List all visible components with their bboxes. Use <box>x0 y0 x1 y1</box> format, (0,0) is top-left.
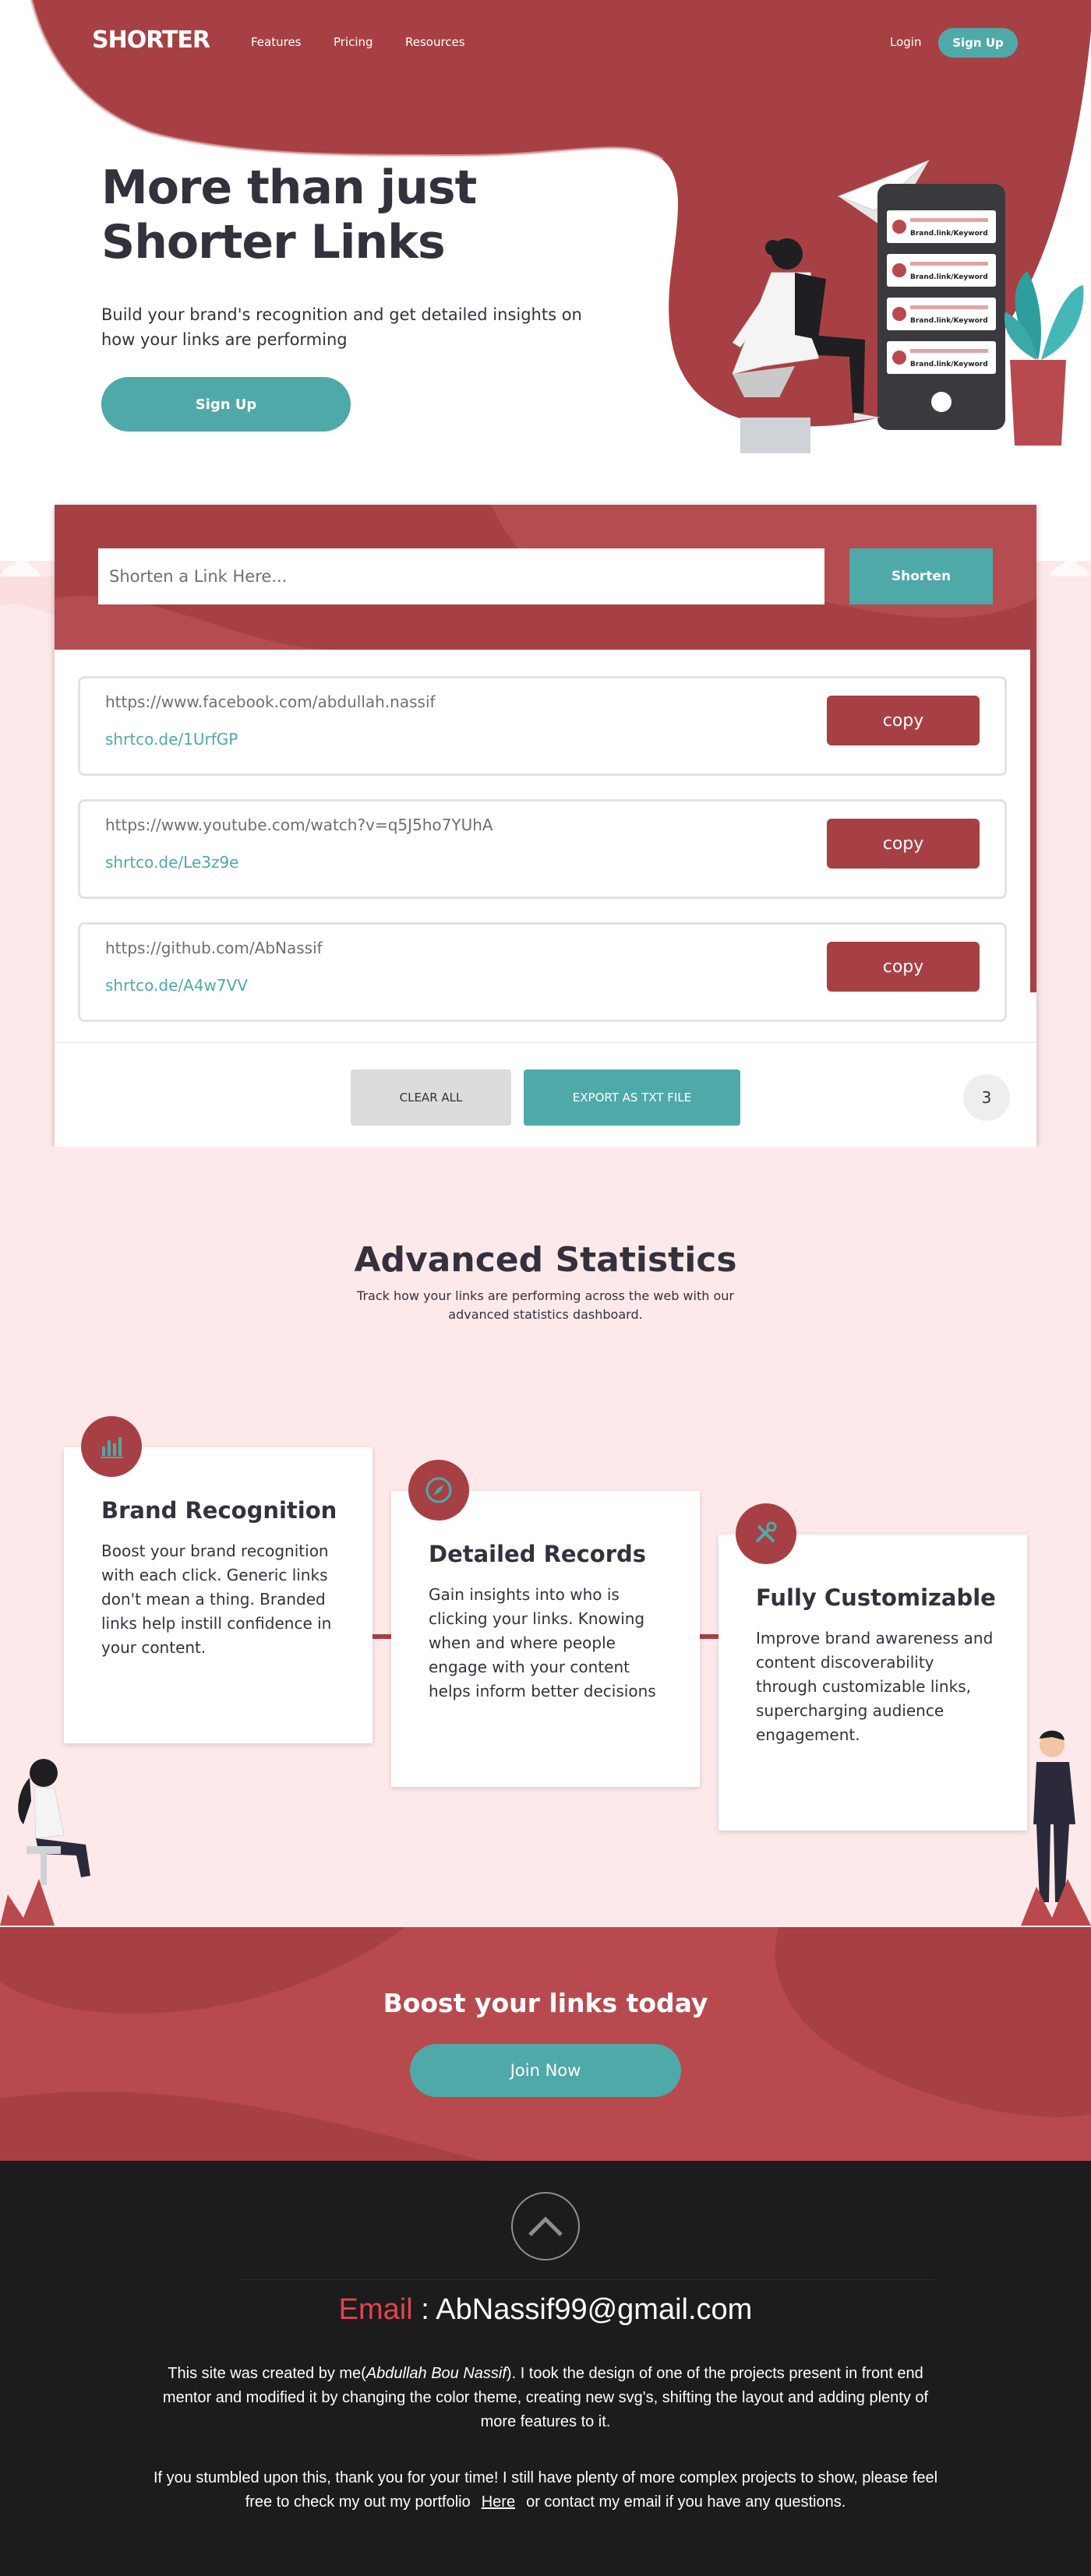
stat-text: Improve brand awareness and content disc… <box>756 1629 994 1744</box>
link-item: https://www.facebook.com/abdullah.nassif… <box>78 676 1007 776</box>
shorten-button[interactable]: Shorten <box>849 548 993 604</box>
portfolio-link[interactable]: Here <box>482 2493 515 2511</box>
logo[interactable]: SHORTER <box>92 26 210 54</box>
short-url[interactable]: shrtco.de/Le3z9e <box>105 853 238 872</box>
woman-illustration <box>732 238 881 453</box>
boost-section: Boost your links today Join Now <box>0 1927 1091 2161</box>
shortened-links-list[interactable]: https://www.facebook.com/abdullah.nassif… <box>55 650 1036 1042</box>
hero-illustration: Brand.link/Keyword Brand.link/Keyword Br… <box>732 160 1084 453</box>
stat-title: Brand Recognition <box>101 1497 337 1524</box>
stat-title: Fully Customizable <box>756 1584 996 1611</box>
shorten-panel-footer: CLEAR ALL EXPORT AS TXT FILE 3 <box>55 1042 1036 1147</box>
author-name: Abdullah Bou Nassif <box>365 2365 507 2382</box>
sitting-woman-illustration <box>0 1759 90 1926</box>
results-scrollbar[interactable] <box>1030 650 1036 992</box>
copy-button[interactable]: copy <box>827 819 980 869</box>
stat-card-fully-customizable: Fully Customizable Improve brand awarene… <box>719 1503 1027 1831</box>
shorten-url-input[interactable] <box>98 548 824 604</box>
link-item: https://github.com/AbNassif shrtco.de/A4… <box>78 922 1007 1022</box>
phone-card-label: Brand.link/Keyword <box>910 317 988 325</box>
nav-signup-button[interactable]: Sign Up <box>938 28 1018 58</box>
hero-section: SHORTER Features Pricing Resources Login… <box>0 0 1091 499</box>
nav-link-features[interactable]: Features <box>251 35 302 49</box>
hero-subtitle: Build your brand's recognition and get d… <box>101 305 582 349</box>
link-item: https://www.youtube.com/watch?v=q5J5ho7Y… <box>78 799 1007 899</box>
stat-text: Boost your brand recognition with each c… <box>101 1542 332 1657</box>
plant-illustration <box>1004 271 1084 446</box>
original-url: https://www.youtube.com/watch?v=q5J5ho7Y… <box>105 816 493 834</box>
stats-title: Advanced Statistics <box>354 1240 737 1280</box>
short-url[interactable]: shrtco.de/1UrfGP <box>105 730 238 749</box>
shorten-form: Shorten <box>55 505 1036 650</box>
phone-card-label: Brand.link/Keyword <box>910 273 988 281</box>
nav-link-resources[interactable]: Resources <box>405 35 465 49</box>
phone-card-label: Brand.link/Keyword <box>910 361 988 368</box>
export-txt-button[interactable]: EXPORT AS TXT FILE <box>524 1070 740 1126</box>
original-url: https://github.com/AbNassif <box>105 939 323 957</box>
shorten-panel: Shorten https://www.facebook.com/abdulla… <box>55 505 1036 1147</box>
link-count-badge: 3 <box>963 1074 1010 1121</box>
footer: Email : AbNassif99@gmail.com This site w… <box>0 2161 1091 2576</box>
compass-icon <box>408 1460 469 1521</box>
phone-card-label: Brand.link/Keyword <box>910 230 988 238</box>
stat-text: Gain insights into who is clicking your … <box>429 1585 656 1700</box>
hero-title-line-2: Shorter Links <box>101 215 446 270</box>
email-label: Email <box>338 2293 413 2326</box>
login-link[interactable]: Login <box>890 35 921 49</box>
footer-thanks-text: If you stumbled upon this, thank you for… <box>148 2466 943 2514</box>
hero-signup-button[interactable]: Sign Up <box>101 377 351 432</box>
thanks-text-end: or contact my email if you have any ques… <box>526 2493 846 2511</box>
hero-title: More than just Shorter Links <box>101 160 569 270</box>
original-url: https://www.facebook.com/abdullah.nassif <box>105 692 436 711</box>
email-separator: : <box>412 2293 436 2326</box>
bar-chart-icon <box>81 1416 142 1477</box>
join-now-button[interactable]: Join Now <box>410 2044 681 2097</box>
about-text-start: This site was created by me( <box>168 2365 366 2382</box>
stat-card-detailed-records: Detailed Records Gain insights into who … <box>391 1460 700 1787</box>
copy-button[interactable]: copy <box>827 696 980 745</box>
footer-divider <box>242 2279 935 2280</box>
scroll-to-top-button[interactable] <box>511 2192 580 2261</box>
footer-about-text: This site was created by me(Abdullah Bou… <box>148 2362 943 2434</box>
nav-link-pricing[interactable]: Pricing <box>334 35 373 49</box>
clear-all-button[interactable]: CLEAR ALL <box>351 1070 511 1126</box>
hero-title-line-1: More than just <box>101 160 477 215</box>
tools-icon <box>736 1503 796 1564</box>
statistics-section: Advanced Statistics Track how your links… <box>0 1147 1091 1927</box>
email-address[interactable]: AbNassif99@gmail.com <box>436 2293 752 2326</box>
chevron-up-icon <box>528 2216 563 2236</box>
stat-title: Detailed Records <box>429 1541 647 1567</box>
stats-subtitle: Track how your links are performing acro… <box>357 1288 734 1322</box>
stat-card-brand-recognition: Brand Recognition Boost your brand recog… <box>64 1416 372 1743</box>
standing-man-illustration <box>1021 1730 1091 1926</box>
boost-title: Boost your links today <box>383 1988 708 2018</box>
copy-button[interactable]: copy <box>827 942 980 992</box>
short-url[interactable]: shrtco.de/A4w7VV <box>105 976 248 995</box>
footer-email: Email : AbNassif99@gmail.com <box>0 2293 1091 2327</box>
